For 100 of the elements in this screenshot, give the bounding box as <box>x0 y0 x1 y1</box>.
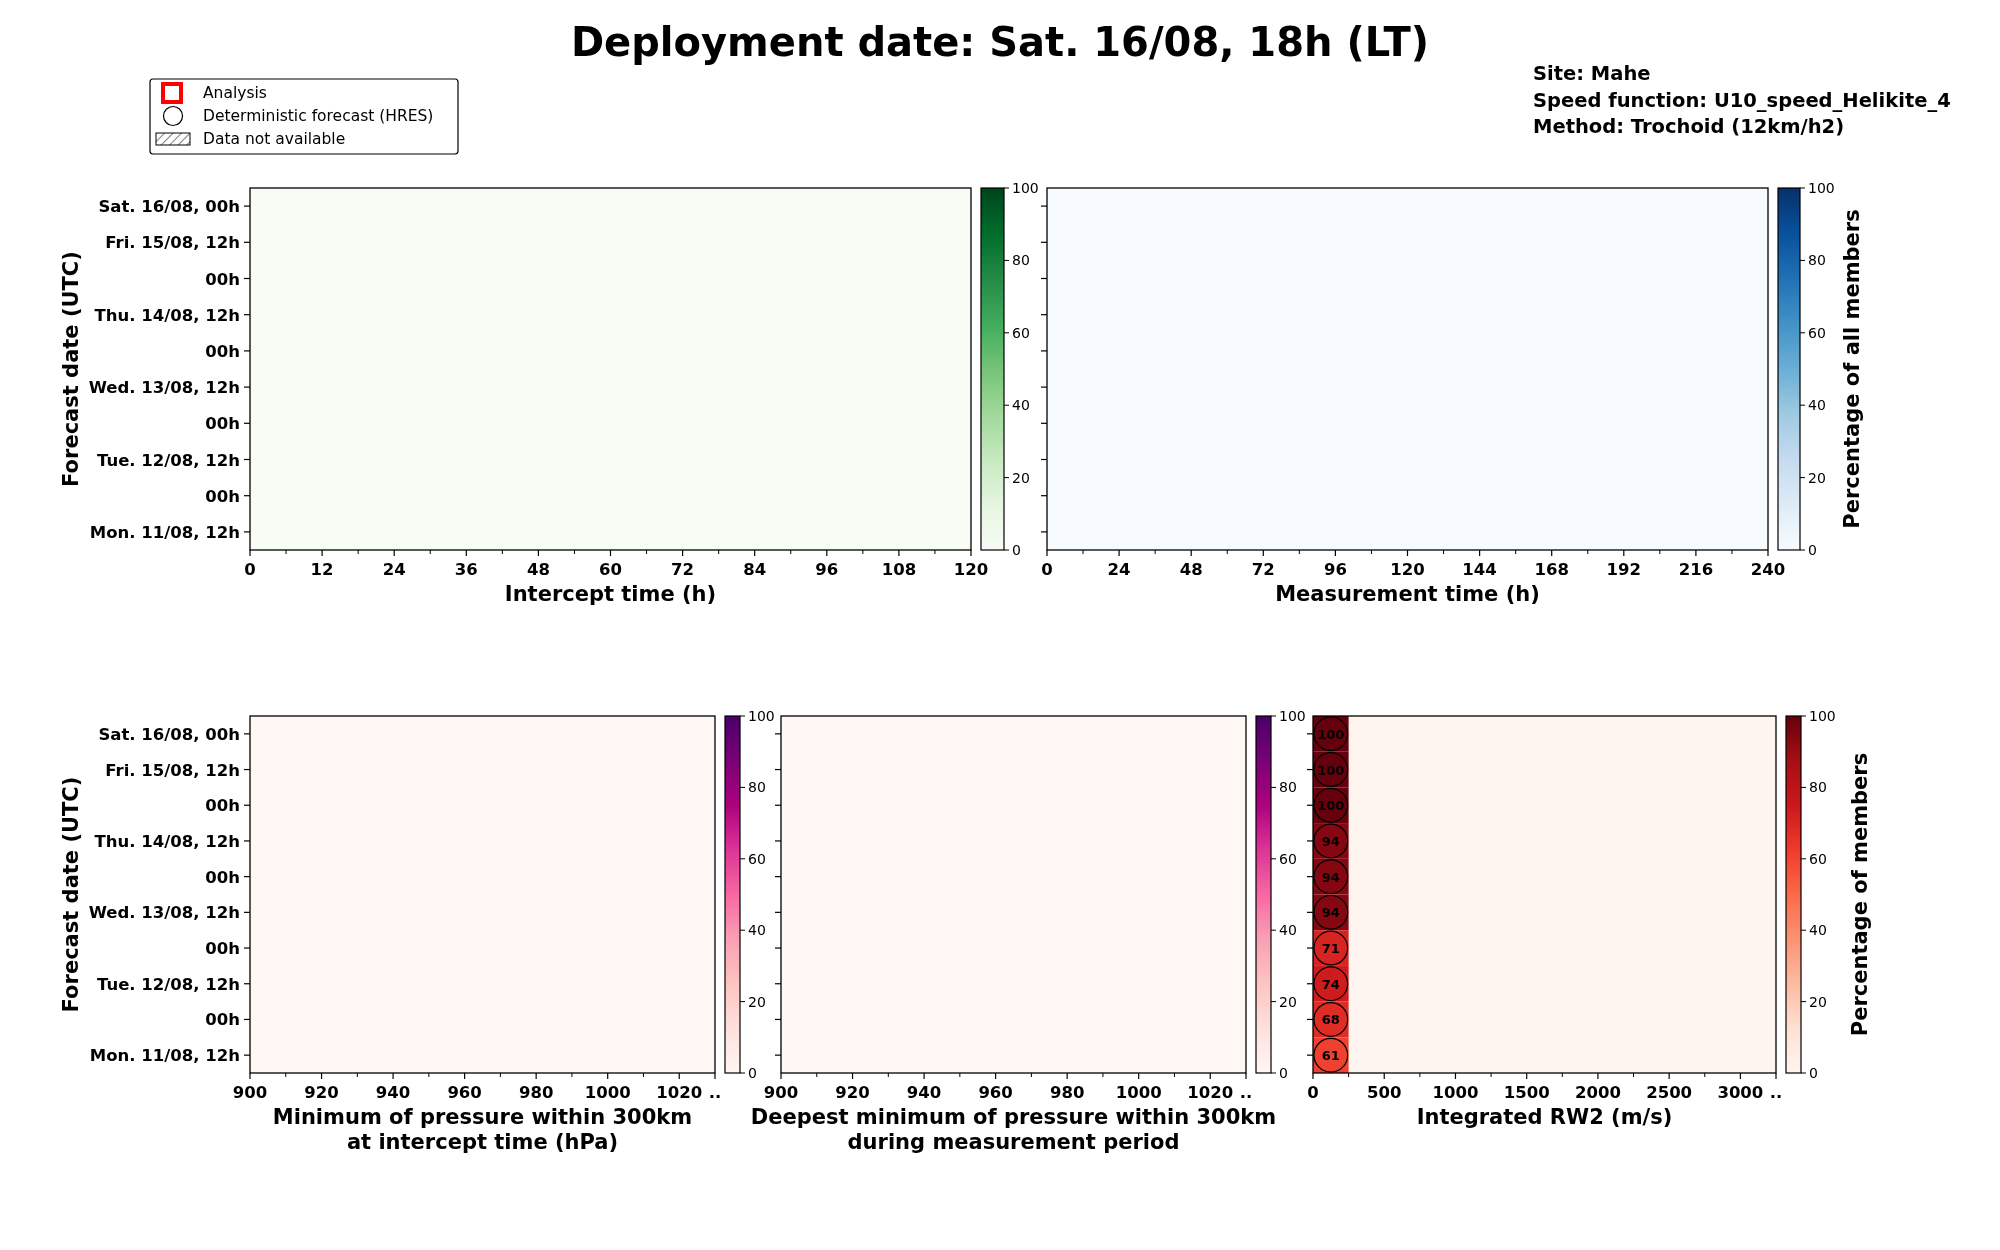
x-tick-label: 1020 <box>656 1083 703 1102</box>
x-tick-label: 72 <box>1251 560 1275 579</box>
colorbar-tick-label: 40 <box>1012 397 1030 414</box>
axis-label: Forecast date (UTC) <box>59 251 83 487</box>
x-tick-label: 144 <box>1462 560 1497 579</box>
cell-value: 94 <box>1321 833 1340 849</box>
colorbar-label: Percentage of all members <box>1840 209 1864 529</box>
colorbar-tick-label: 0 <box>1808 542 1817 558</box>
x-tick-label: 940 <box>906 1083 942 1102</box>
x-tick-label: 980 <box>518 1083 554 1102</box>
colorbar-tick-label: 40 <box>748 922 766 939</box>
axis-label: during measurement period <box>847 1130 1180 1154</box>
y-tick-label: 00h <box>205 414 240 434</box>
legend-label: Data not available <box>203 130 346 148</box>
axis-label: Deepest minimum of pressure within 300km <box>750 1105 1277 1129</box>
colorbar-tick-label: 0 <box>1012 542 1021 558</box>
cell-value: 71 <box>1321 941 1340 957</box>
x-tick-label: 96 <box>815 560 839 579</box>
colorbar-tick-label: 60 <box>748 850 766 867</box>
cell-value: 100 <box>1317 726 1345 742</box>
figure-title: Deployment date: Sat. 16/08, 18h (LT) <box>570 19 1430 65</box>
colorbar-tick-label: 60 <box>1012 324 1030 341</box>
colorbar-tick-label: 0 <box>748 1065 757 1081</box>
colorbar-tick-label: 40 <box>1279 922 1297 939</box>
y-tick-label: Wed. 13/08, 12h <box>88 378 240 398</box>
colorbar-tick-label: 80 <box>1808 252 1826 269</box>
colorbar-tick-label: 0 <box>1809 1065 1818 1081</box>
x-tick-label: 960 <box>978 1083 1013 1102</box>
cell-value: 100 <box>1317 762 1345 778</box>
x-tick-label: 1000 <box>1432 1083 1479 1102</box>
legend-label: Deterministic forecast (HRES) <box>203 107 434 125</box>
cell-value: 74 <box>1321 976 1340 992</box>
x-tick-label: 192 <box>1606 560 1642 579</box>
x-tick-label: 48 <box>526 560 550 579</box>
colorbar-tick-label: 80 <box>748 779 766 796</box>
y-tick-label: Sat. 16/08, 00h <box>98 724 240 744</box>
x-tick-label: 500 <box>1367 1083 1402 1102</box>
x-tick-label: 900 <box>763 1083 799 1102</box>
x-tick-label: 72 <box>671 560 695 579</box>
axis-label: Minimum of pressure within 300km <box>272 1105 693 1129</box>
circle-marker-icon <box>162 105 184 127</box>
y-tick-label: Sat. 16/08, 00h <box>98 197 240 217</box>
colorbar-tick-label: 100 <box>1012 180 1039 196</box>
y-tick-label: Mon. 11/08, 12h <box>89 1046 240 1066</box>
info-text: Method: Trochoid (12km/h2) <box>1533 115 1845 138</box>
x-tick-label: 1020 <box>1187 1083 1234 1102</box>
x-tick-label: 84 <box>743 560 767 579</box>
info-text: Site: Mahe <box>1533 62 1651 85</box>
x-tick-label: 2000 <box>1574 1083 1621 1102</box>
cell-value: 61 <box>1321 1048 1340 1064</box>
x-tick-label: 60 <box>599 560 622 579</box>
y-tick-label: Thu. 14/08, 12h <box>94 831 240 851</box>
axis-label: Forecast date (UTC) <box>59 776 83 1013</box>
y-tick-label: 00h <box>205 796 240 816</box>
x-tick-label: 3000 <box>1717 1083 1764 1102</box>
colorbar-tick-label: 80 <box>1279 779 1297 796</box>
x-tick-label: 240 <box>1750 560 1786 579</box>
x-tick-label: 24 <box>382 560 406 579</box>
x-tick-label: 1000 <box>1115 1083 1162 1102</box>
colorbar-tick-label: 40 <box>1808 397 1826 414</box>
y-tick-label: Mon. 11/08, 12h <box>89 522 240 542</box>
y-tick-label: Tue. 12/08, 12h <box>96 974 240 994</box>
colorbar-tick-label: 0 <box>1279 1065 1288 1081</box>
x-tick-label: 36 <box>454 560 478 579</box>
x-tick-label: 960 <box>447 1083 482 1102</box>
colorbar-tick-label: 40 <box>1809 922 1827 939</box>
x-tick-label: 1000 <box>584 1083 631 1102</box>
x-tick-label: 168 <box>1534 560 1569 579</box>
x-tick-label: 120 <box>1390 560 1425 579</box>
colorbar-tick-label: 80 <box>1012 252 1030 269</box>
colorbar-tick-label: 100 <box>748 708 775 724</box>
square-marker-icon <box>161 82 183 104</box>
y-tick-label: 00h <box>205 486 240 506</box>
x-tick-label: 1500 <box>1503 1083 1550 1102</box>
y-tick-label: 00h <box>205 1010 240 1030</box>
axis-label: Measurement time (h) <box>1275 582 1540 606</box>
x-tick-label: 216 <box>1678 560 1714 579</box>
axis-label: at intercept time (hPa) <box>346 1130 619 1154</box>
cell-value: 94 <box>1321 869 1340 885</box>
axis-label: Integrated RW2 (m/s) <box>1416 1105 1673 1129</box>
y-tick-label: 00h <box>205 939 240 959</box>
x-tick-label: .. <box>708 1083 722 1102</box>
y-tick-label: Tue. 12/08, 12h <box>96 450 240 470</box>
info-text: Speed function: U10_speed_Helikite_4 <box>1533 88 1951 112</box>
x-tick-label: .. <box>1239 1083 1253 1102</box>
hatched-swatch-icon <box>155 132 191 146</box>
colorbar-tick-label: 60 <box>1809 850 1827 867</box>
x-tick-label: 48 <box>1179 560 1203 579</box>
x-tick-label: 920 <box>304 1083 339 1102</box>
colorbar-tick-label: 20 <box>1809 993 1827 1010</box>
colorbar-tick-label: 100 <box>1809 708 1836 724</box>
colorbar-tick-label: 20 <box>1012 469 1030 486</box>
colorbar-tick-label: 20 <box>1279 993 1297 1010</box>
x-tick-label: 940 <box>375 1083 411 1102</box>
y-tick-label: Fri. 15/08, 12h <box>105 233 240 253</box>
colorbar-tick-label: 100 <box>1808 180 1835 196</box>
x-tick-label: 900 <box>232 1083 268 1102</box>
colorbar-tick-label: 20 <box>748 993 766 1010</box>
legend-label: Analysis <box>203 84 267 102</box>
colorbar-tick-label: 20 <box>1808 469 1826 486</box>
